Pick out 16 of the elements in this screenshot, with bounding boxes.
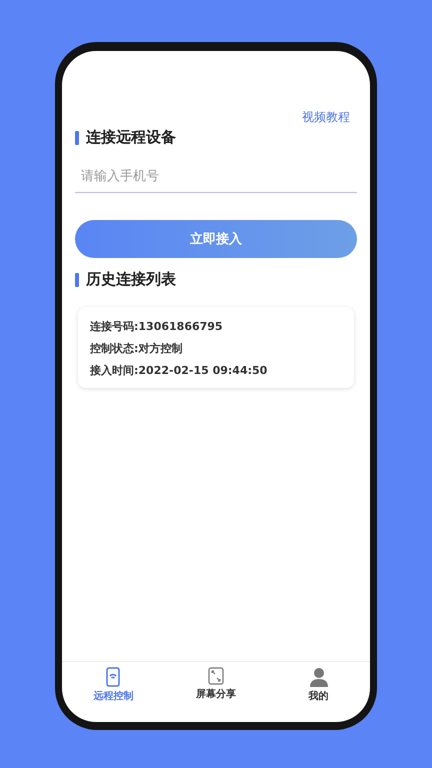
phone-wifi-icon bbox=[106, 667, 120, 687]
history-card[interactable]: 连接号码:13061866795 控制状态:对方控制 接入时间:2022-02-15 09:44:50 bbox=[78, 307, 354, 388]
tab-item[interactable]: 我的 bbox=[267, 662, 370, 708]
tab-item[interactable]: 远程控制 bbox=[62, 662, 165, 708]
phone-input-field[interactable]: 请输入手机号 bbox=[75, 161, 357, 193]
section-title: 历史连接列表 bbox=[86, 270, 176, 289]
record-line: 接入时间:2022-02-15 09:44:50 bbox=[90, 363, 268, 378]
record-line: 连接号码:13061866795 bbox=[90, 319, 224, 334]
tab-item[interactable]: 屏幕分享 bbox=[164, 662, 268, 708]
user-icon bbox=[308, 667, 329, 687]
section-marker bbox=[75, 272, 79, 286]
video-tutorial-link[interactable]: 视频教程 bbox=[302, 109, 350, 126]
record-line: 控制状态:对方控制 bbox=[90, 341, 184, 356]
section-marker bbox=[75, 130, 79, 144]
section-title: 连接远程设备 bbox=[86, 128, 176, 147]
expand-screen-icon bbox=[208, 667, 224, 685]
